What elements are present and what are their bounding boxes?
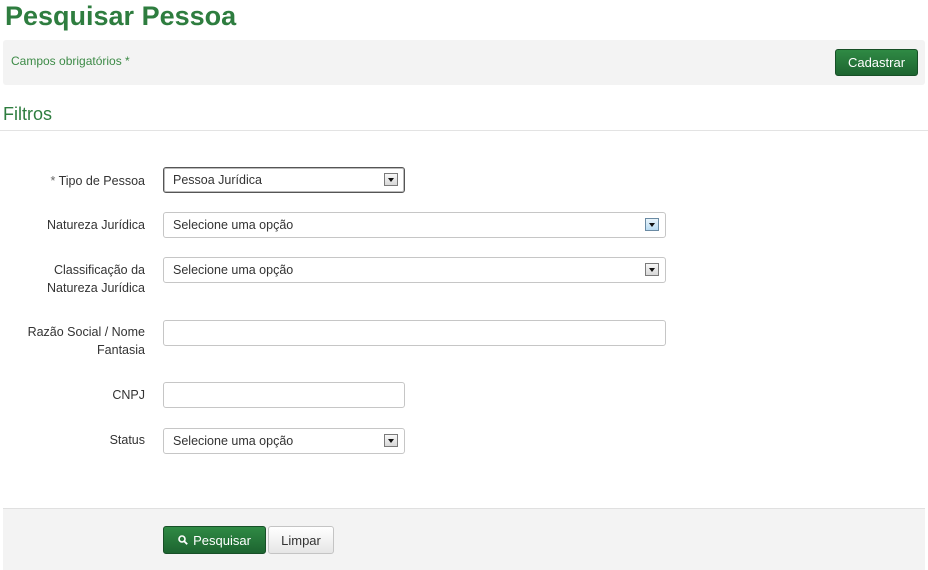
chevron-down-icon[interactable] bbox=[384, 434, 398, 447]
chevron-down-icon[interactable] bbox=[645, 218, 659, 231]
tipo-pessoa-label: * Tipo de Pessoa bbox=[50, 172, 145, 190]
status-selected-value: Selecione uma opção bbox=[173, 434, 294, 448]
chevron-down-icon[interactable] bbox=[645, 263, 659, 276]
status-select[interactable]: Selecione uma opção bbox=[163, 428, 405, 454]
classificacao-label-line2: Natureza Jurídica bbox=[47, 281, 145, 295]
natureza-juridica-label: Natureza Jurídica bbox=[47, 218, 145, 232]
razao-social-input[interactable] bbox=[163, 320, 666, 346]
natureza-juridica-select[interactable]: Selecione uma opção bbox=[163, 212, 666, 238]
razao-social-label-line2: Fantasia bbox=[97, 343, 145, 357]
register-button[interactable]: Cadastrar bbox=[835, 49, 918, 76]
classificacao-label-line1: Classificação da bbox=[53, 263, 145, 277]
tipo-pessoa-selected-value: Pessoa Jurídica bbox=[173, 173, 262, 187]
section-divider bbox=[0, 130, 928, 131]
required-fields-note: Campos obrigatórios * bbox=[11, 54, 130, 68]
status-label: Status bbox=[109, 433, 145, 447]
filters-section-title: Filtros bbox=[3, 104, 52, 124]
search-icon bbox=[178, 535, 188, 545]
info-bar: Campos obrigatórios * Cadastrar bbox=[3, 40, 925, 85]
cnpj-label: CNPJ bbox=[112, 388, 145, 402]
natureza-juridica-selected-value: Selecione uma opção bbox=[173, 218, 294, 232]
tipo-pessoa-select[interactable]: Pessoa Jurídica bbox=[163, 167, 405, 193]
required-mark: * bbox=[50, 174, 56, 188]
chevron-down-icon[interactable] bbox=[384, 173, 398, 186]
form-actions-bar: Pesquisar Limpar bbox=[3, 508, 925, 570]
classificacao-label: Classificação da Natureza Jurídica bbox=[47, 261, 145, 297]
search-button-label: Pesquisar bbox=[193, 532, 251, 548]
classificacao-select[interactable]: Selecione uma opção bbox=[163, 257, 666, 283]
cnpj-input[interactable] bbox=[163, 382, 405, 408]
page-title: Pesquisar Pessoa bbox=[5, 1, 237, 31]
tipo-pessoa-label-text: Tipo de Pessoa bbox=[58, 174, 145, 188]
razao-social-label: Razão Social / Nome Fantasia bbox=[28, 323, 145, 359]
classificacao-selected-value: Selecione uma opção bbox=[173, 263, 294, 277]
search-button[interactable]: Pesquisar bbox=[163, 526, 266, 554]
razao-social-label-line1: Razão Social / Nome bbox=[27, 325, 145, 339]
clear-button[interactable]: Limpar bbox=[268, 526, 334, 554]
